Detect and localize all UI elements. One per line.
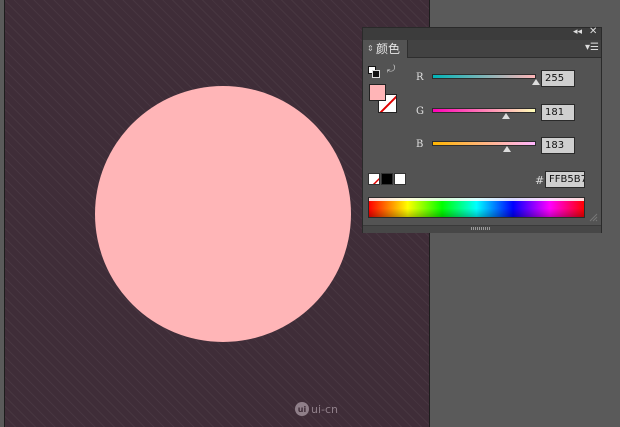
slider-track-g[interactable] [432,108,536,113]
default-colors-icon[interactable] [368,66,380,78]
black-swatch[interactable] [381,173,393,185]
slider-thumb-r[interactable] [532,79,540,85]
resize-grip-icon[interactable] [588,212,598,222]
tab-expand-icon[interactable]: ⇕ [367,40,374,58]
spectrum-white-strip[interactable] [369,198,584,201]
tab-strip [408,40,601,58]
slider-track-r[interactable] [432,74,536,79]
panel-menu-icon[interactable]: ▾☰ [585,42,599,53]
slider-thumb-g[interactable] [501,113,510,119]
watermark: ui ui-cn [295,402,338,416]
close-icon[interactable]: ✕ [589,26,597,37]
channel-input-g[interactable]: 181 [541,104,575,121]
none-slash-icon [372,177,379,184]
ui-logo-icon: ui [295,402,309,416]
drag-grip-icon[interactable] [471,227,491,230]
panel-title-bar[interactable] [363,28,601,40]
pink-circle[interactable] [95,86,351,342]
hex-hash-label: # [535,174,545,187]
swap-colors-icon[interactable]: ⤾ [387,64,395,75]
collapse-icon[interactable]: ◂◂ [573,27,582,37]
channel-input-r[interactable]: 255 [541,70,575,87]
none-swatch[interactable] [368,173,380,185]
panel-bottom-bar[interactable] [363,225,601,233]
tab-color-label: 颜色 [376,42,401,56]
white-swatch[interactable] [394,173,406,185]
fill-swatch[interactable] [369,84,386,101]
channel-label-r: R [416,72,424,83]
channel-input-b[interactable]: 183 [541,137,575,154]
watermark-text: ui-cn [311,402,339,416]
tab-color[interactable]: ⇕ 颜色 [363,40,408,58]
color-spectrum[interactable] [368,197,585,218]
channel-label-g: G [416,106,424,117]
slider-track-b[interactable] [432,141,536,146]
color-panel: ◂◂ ✕ ⇕ 颜色 ▾☰ ⤾ R 255 G 181 B 183 # FFB5B7 [362,26,602,233]
channel-label-b: B [416,139,424,150]
hex-input[interactable]: FFB5B7 [545,171,585,188]
slider-thumb-b[interactable] [502,146,511,152]
